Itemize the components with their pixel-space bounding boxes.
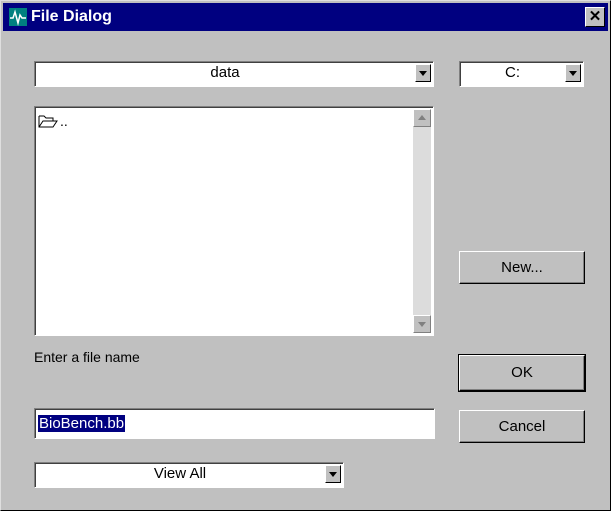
file-type-filter-dropdown-button[interactable] (325, 465, 341, 483)
folder-open-icon (38, 115, 58, 128)
waveform-icon (9, 8, 27, 26)
drive-select-dropdown-button[interactable] (565, 64, 581, 82)
chevron-down-icon (419, 71, 427, 76)
folder-select-value: data (210, 64, 240, 81)
arrow-up-icon (418, 115, 426, 120)
vertical-scrollbar[interactable] (413, 109, 431, 333)
drive-select[interactable]: C: (459, 61, 584, 87)
drive-select-value: C: (505, 64, 520, 81)
chevron-down-icon (329, 472, 337, 477)
window-title: File Dialog (31, 8, 112, 25)
file-name-value: BioBench.bb (38, 415, 126, 432)
file-dialog-window: File Dialog ✕ data C: .. New... Enter a … (0, 0, 611, 511)
list-item-label: .. (60, 113, 68, 129)
title-bar[interactable]: File Dialog ✕ (3, 3, 608, 31)
folder-select-dropdown-button[interactable] (415, 64, 431, 82)
file-list[interactable]: .. (34, 106, 434, 336)
file-type-filter-value: View All (153, 465, 207, 482)
folder-select[interactable]: data (34, 61, 434, 87)
file-name-prompt: Enter a file name (34, 349, 140, 365)
cancel-button[interactable]: Cancel (459, 410, 585, 443)
ok-button[interactable]: OK (458, 354, 586, 392)
file-type-filter-select[interactable]: View All (34, 462, 344, 488)
scroll-up-button[interactable] (413, 109, 431, 127)
arrow-down-icon (418, 322, 426, 327)
chevron-down-icon (569, 71, 577, 76)
file-name-input[interactable]: BioBench.bb (34, 408, 435, 439)
close-button[interactable]: ✕ (585, 7, 605, 27)
new-button[interactable]: New... (459, 251, 585, 284)
scroll-down-button[interactable] (413, 315, 431, 333)
